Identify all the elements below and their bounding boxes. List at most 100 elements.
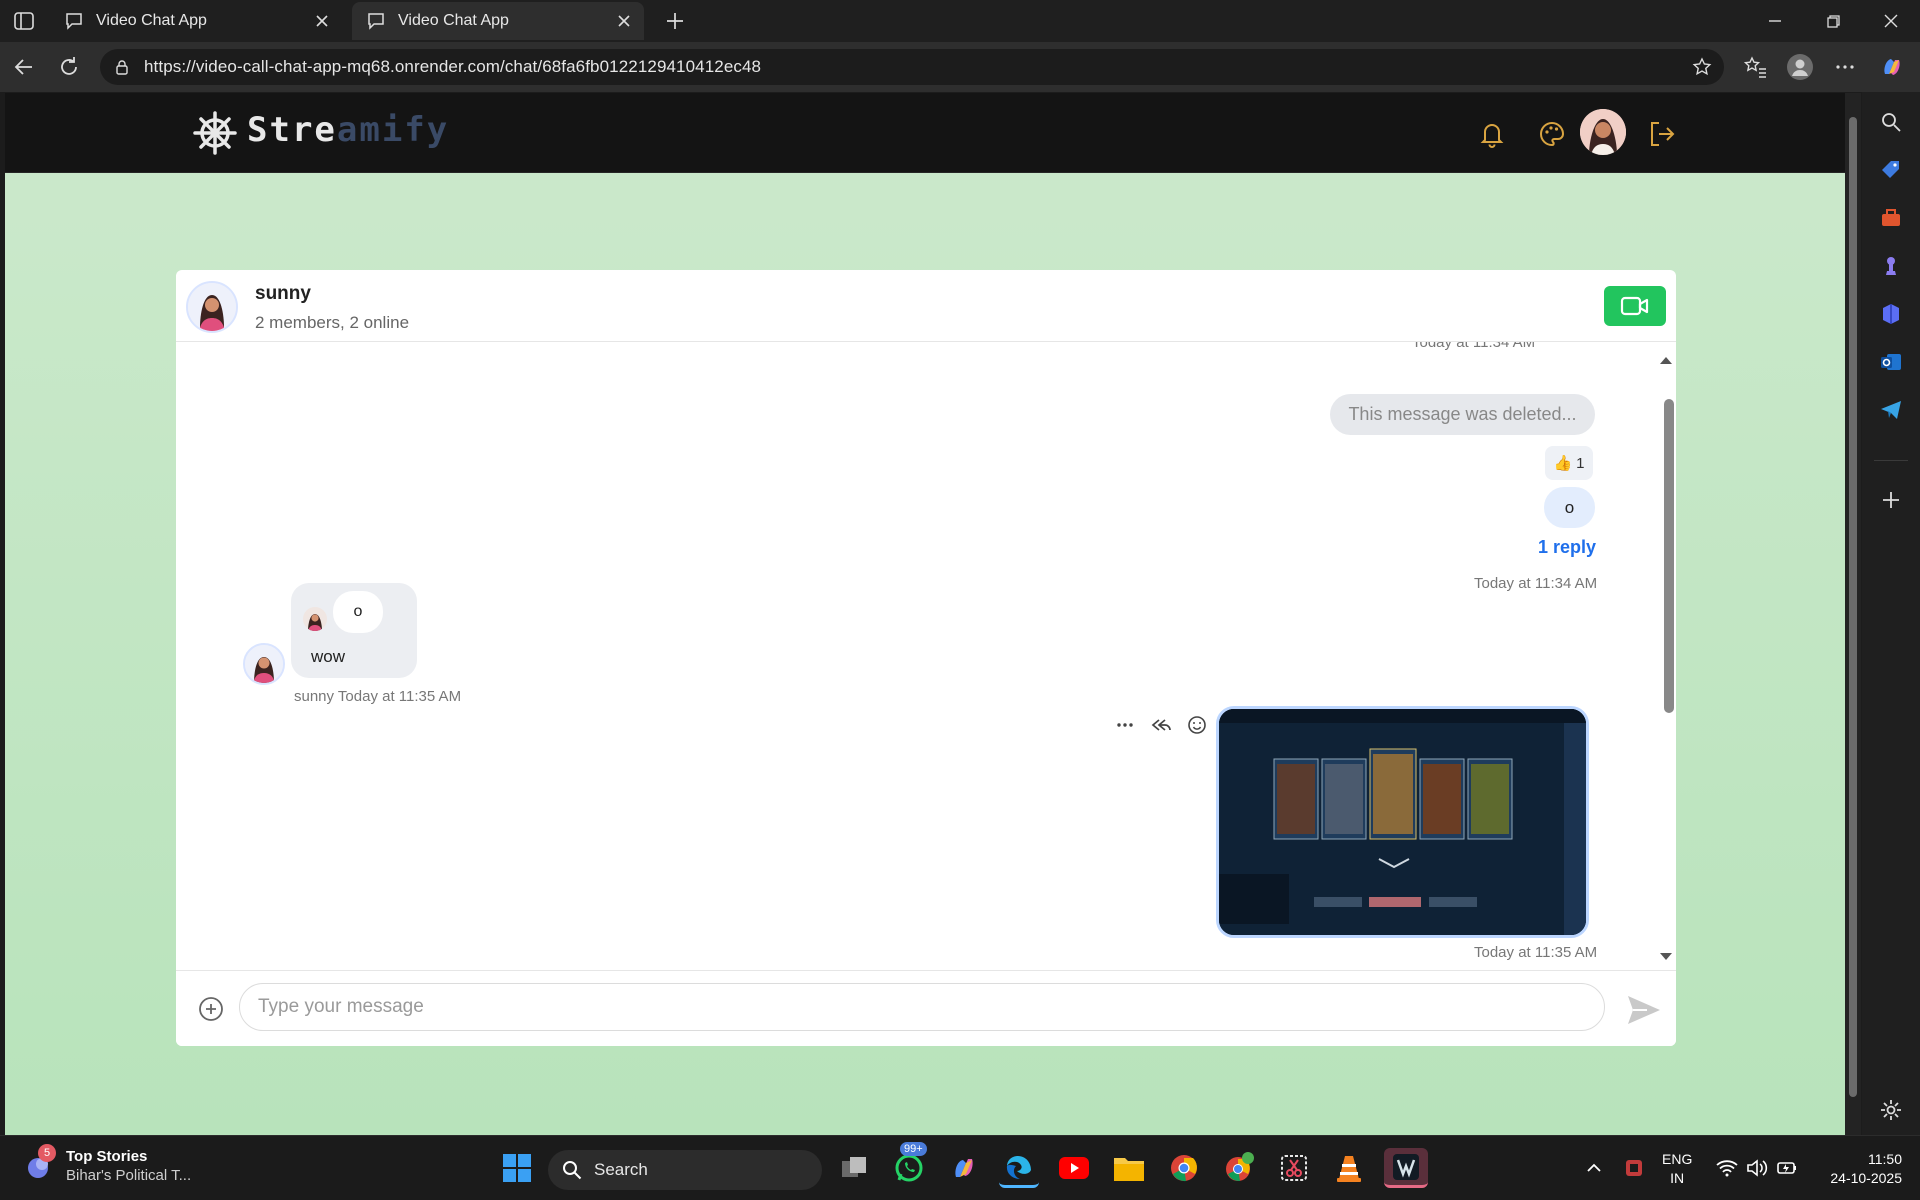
image-attachment[interactable]: [1216, 706, 1589, 938]
incoming-message-bubble[interactable]: o wow: [291, 583, 417, 678]
user-avatar[interactable]: [1580, 109, 1626, 155]
thread-reply-link[interactable]: 1 reply: [1536, 537, 1596, 558]
youtube-icon[interactable]: [1054, 1148, 1094, 1188]
page-scrollbar-thumb[interactable]: [1849, 117, 1857, 1097]
logo-part1: Stre: [247, 110, 337, 150]
app-navbar: Streamify: [5, 93, 1845, 173]
message-list[interactable]: Today at 11:34 AM This message was delet…: [176, 342, 1676, 970]
windows-start-icon[interactable]: [497, 1148, 537, 1188]
url-field[interactable]: https://video-call-chat-app-mq68.onrende…: [100, 49, 1724, 85]
chevron-up-icon[interactable]: [1574, 1148, 1614, 1188]
logo-part2: amify: [336, 110, 450, 150]
games-chess-icon[interactable]: [1879, 254, 1903, 278]
new-tab-icon[interactable]: [664, 10, 686, 32]
telegram-send-icon[interactable]: [1879, 398, 1903, 422]
clock-time: 11:50: [1868, 1151, 1902, 1167]
browser-tab[interactable]: Video Chat App: [50, 2, 342, 40]
browser-tab-active[interactable]: Video Chat App: [352, 2, 644, 40]
news-widget[interactable]: 5 Top Stories Bihar's Political T...: [24, 1144, 191, 1184]
sidebar-divider: [1874, 460, 1908, 461]
vlc-icon[interactable]: [1329, 1148, 1369, 1188]
browser-sidebar: [1862, 92, 1920, 1135]
back-icon[interactable]: [11, 54, 37, 80]
message-actions: [1114, 714, 1208, 736]
lang-code: ENG: [1662, 1151, 1693, 1167]
close-tab-icon[interactable]: [314, 13, 330, 29]
scroll-down-arrow-icon[interactable]: [1659, 952, 1673, 962]
tab-title: Video Chat App: [398, 12, 509, 29]
active-app-icon[interactable]: [1384, 1148, 1428, 1188]
browser-tab-bar: Video Chat App Video Chat App: [0, 0, 1920, 42]
message-timestamp: Today at 11:34 AM: [1412, 342, 1536, 351]
file-explorer-icon[interactable]: [1109, 1148, 1149, 1188]
quoted-message[interactable]: o: [303, 591, 383, 633]
channel-status: 2 members, 2 online: [255, 313, 410, 332]
page-scrollbar[interactable]: [1845, 93, 1861, 1135]
tab-actions-icon[interactable]: [13, 10, 35, 32]
channel-avatar[interactable]: [186, 281, 238, 333]
chrome-profile-icon[interactable]: [1219, 1148, 1259, 1188]
message-timestamp: Today at 11:34 AM: [1474, 575, 1598, 592]
shopping-tag-icon[interactable]: [1879, 158, 1903, 182]
tab-title: Video Chat App: [96, 12, 207, 29]
scroll-up-arrow-icon[interactable]: [1659, 355, 1673, 365]
more-options-icon[interactable]: [1114, 714, 1136, 736]
reaction-badge[interactable]: 👍 1: [1545, 446, 1593, 480]
reply-thread-icon[interactable]: [1150, 714, 1172, 736]
battery-icon[interactable]: [1767, 1148, 1807, 1188]
windows-taskbar: 5 Top Stories Bihar's Political T... Sea…: [0, 1135, 1920, 1200]
taskbar-clock[interactable]: 11:50 24-10-2025: [1818, 1150, 1902, 1188]
message-scrollbar-thumb[interactable]: [1664, 399, 1674, 713]
profile-icon[interactable]: [1787, 54, 1813, 80]
add-icon[interactable]: [1879, 488, 1903, 512]
emoji-reaction-icon[interactable]: [1186, 714, 1208, 736]
logout-icon[interactable]: [1647, 119, 1677, 149]
bell-icon[interactable]: [1477, 119, 1507, 149]
add-attachment-icon[interactable]: [198, 996, 224, 1022]
more-icon[interactable]: [1832, 54, 1858, 80]
minimize-icon[interactable]: [1762, 8, 1788, 34]
favorite-star-icon[interactable]: [1692, 57, 1712, 77]
message-input[interactable]: [258, 996, 1604, 1018]
palette-icon[interactable]: [1537, 119, 1567, 149]
news-title: Top Stories: [66, 1148, 148, 1165]
message-composer: [176, 970, 1676, 1046]
reaction-count: 1: [1576, 454, 1585, 472]
microsoft-365-icon[interactable]: [1879, 302, 1903, 326]
snipping-tool-icon[interactable]: [1274, 1148, 1314, 1188]
restore-icon[interactable]: [1820, 8, 1846, 34]
app-logo-text[interactable]: Streamify: [247, 110, 449, 150]
favorites-icon[interactable]: [1742, 54, 1768, 80]
quoted-text: o: [333, 591, 383, 633]
close-window-icon[interactable]: [1878, 8, 1904, 34]
deleted-message-bubble[interactable]: This message was deleted...: [1330, 394, 1595, 435]
video-call-button[interactable]: [1604, 286, 1666, 326]
tools-briefcase-icon[interactable]: [1879, 206, 1903, 230]
own-message-bubble[interactable]: o: [1544, 487, 1595, 528]
whatsapp-badge: 99+: [900, 1142, 927, 1156]
close-tab-icon[interactable]: [616, 13, 632, 29]
chrome-icon[interactable]: [1164, 1148, 1204, 1188]
input-language[interactable]: ENG IN: [1662, 1150, 1692, 1188]
message-text: wow: [311, 647, 346, 666]
ship-wheel-logo-icon[interactable]: [193, 111, 237, 155]
tray-app-icon[interactable]: [1614, 1148, 1654, 1188]
settings-gear-icon[interactable]: [1879, 1098, 1903, 1122]
site-info-icon[interactable]: [114, 59, 130, 75]
message-meta: sunny Today at 11:35 AM: [294, 688, 462, 705]
outlook-icon[interactable]: [1879, 350, 1903, 374]
chat-window: sunny 2 members, 2 online Today at 11:34…: [176, 270, 1676, 1046]
channel-name: sunny: [255, 283, 311, 304]
refresh-icon[interactable]: [56, 54, 82, 80]
channel-header: sunny 2 members, 2 online: [176, 270, 1676, 342]
send-icon[interactable]: [1626, 994, 1662, 1026]
sender-avatar[interactable]: [243, 643, 285, 685]
copilot-app-icon[interactable]: [944, 1148, 984, 1188]
edge-browser-icon[interactable]: [999, 1148, 1039, 1188]
search-icon[interactable]: [1879, 110, 1903, 134]
taskbar-search[interactable]: Search: [548, 1150, 822, 1190]
copilot-icon[interactable]: [1879, 54, 1905, 80]
search-label: Search: [594, 1160, 648, 1179]
task-view-icon[interactable]: [834, 1148, 874, 1188]
chat-bubble-icon: [366, 11, 386, 31]
